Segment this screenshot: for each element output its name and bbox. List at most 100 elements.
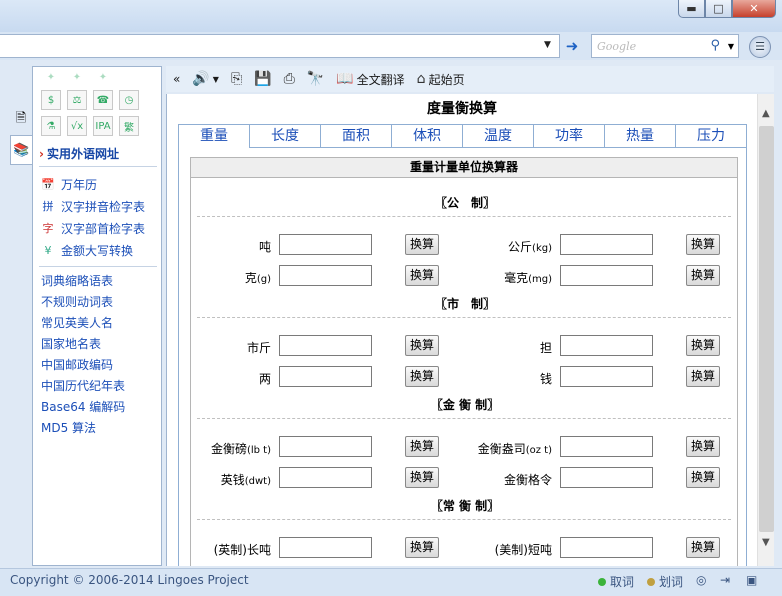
unit-value-input[interactable]: [560, 537, 653, 558]
sidebar-item-label: 汉字部首检字表: [61, 221, 146, 236]
unit-name: 金衡磅: [210, 442, 247, 456]
scale-icon[interactable]: ⚖: [67, 90, 87, 110]
menu-icon[interactable]: ☰: [749, 36, 771, 58]
sidebar-item-calendar[interactable]: 📅 万年历: [33, 173, 161, 195]
traditional-chinese-icon[interactable]: 繁: [119, 116, 139, 136]
minimize-button[interactable]: ▬: [678, 0, 705, 18]
convert-button[interactable]: 换算: [686, 234, 720, 255]
sidebar-link[interactable]: 词典缩略语表: [33, 271, 161, 292]
divider: [197, 317, 731, 318]
toolbar: « 🔊 ▼ ⎘ 💾 ⎙ 🔭 📖 全文翻译 ⌂ 起始页: [166, 66, 774, 92]
scroll-thumb[interactable]: [759, 126, 774, 532]
phone-icon[interactable]: ☎: [93, 90, 113, 110]
address-input[interactable]: [0, 34, 560, 58]
pick-word-toggle[interactable]: 取词: [598, 573, 634, 590]
sidebar-item-radical[interactable]: 字汉字部首检字表: [33, 217, 161, 239]
section-title[interactable]: › 实用外语网址: [39, 145, 157, 167]
collapse-button[interactable]: «: [170, 72, 183, 86]
convert-button[interactable]: 换算: [405, 436, 439, 457]
section-title-label: 实用外语网址: [46, 147, 119, 161]
speaker-icon[interactable]: 🔊 ▼: [189, 71, 222, 87]
unit-value-input[interactable]: [560, 234, 653, 255]
sidebar-item-money[interactable]: ¥ 金额大写转换: [33, 239, 161, 261]
calculator-title: 重量计量单位换算器: [191, 158, 737, 178]
tab-pressure[interactable]: 压力: [676, 125, 746, 148]
tab-panel: 重量计量单位换算器 〖公 制〗吨换算 公斤(kg) 换算 克(g) 换算 毫克(mg) 换算…: [178, 148, 747, 566]
search-page-tab-icon[interactable]: 🗎: [10, 105, 32, 135]
address-dropdown-icon[interactable]: ▼: [544, 40, 551, 50]
sidebar-link[interactable]: 常见英美人名: [33, 313, 161, 334]
tool-icon[interactable]: ✦: [41, 67, 61, 87]
save-icon[interactable]: 💾: [251, 71, 274, 87]
tab-heat[interactable]: 热量: [605, 125, 676, 148]
unit-value-input[interactable]: [279, 436, 372, 457]
arrow-right-icon[interactable]: ➜: [563, 37, 581, 55]
translate-button[interactable]: 📖 全文翻译: [333, 71, 407, 88]
print-icon[interactable]: ⎙: [281, 71, 298, 87]
unit-value-input[interactable]: [560, 436, 653, 457]
convert-button[interactable]: 换算: [405, 537, 439, 558]
tab-length[interactable]: 长度: [250, 125, 321, 148]
pin-icon[interactable]: ⇥: [720, 573, 730, 587]
convert-button[interactable]: 换算: [686, 436, 720, 457]
window-mode-icon[interactable]: ▣: [746, 573, 757, 587]
maximize-button[interactable]: □: [705, 0, 732, 18]
sidebar: ✦ ✦ ✦ $ ⚖ ☎ ◷ ⚗ √x IPA 繁 › 实用外语网址 📅 万年历 拼汉…: [32, 66, 162, 566]
close-button[interactable]: ✕: [732, 0, 776, 18]
unit-value-input[interactable]: [279, 537, 372, 558]
sidebar-item-pinyin[interactable]: 拼汉字拼音检字表: [33, 195, 161, 217]
options-icon[interactable]: ◎: [696, 573, 706, 587]
flask-icon[interactable]: ⚗: [41, 116, 61, 136]
ipa-icon[interactable]: IPA: [93, 116, 113, 136]
sidebar-link[interactable]: MD5 算法: [33, 418, 161, 439]
tool-icon[interactable]: ✦: [93, 67, 113, 87]
math-icon[interactable]: √x: [67, 116, 87, 136]
unit-name: 公斤: [508, 240, 533, 254]
tool-icon-row: ⚗ √x IPA 繁: [33, 113, 161, 139]
page-title: 度量衡换算: [427, 101, 497, 117]
unit-group: 〖常 衡 制〗 (英制)长吨 换算 (美制)短吨 换算: [191, 481, 737, 566]
unit-label: (美制)短吨: [495, 541, 552, 558]
tab-temperature[interactable]: 温度: [463, 125, 534, 148]
convert-button[interactable]: 换算: [405, 234, 439, 255]
clock-icon[interactable]: ◷: [119, 90, 139, 110]
sidebar-link[interactable]: 不规则动词表: [33, 292, 161, 313]
translate-label: 全文翻译: [356, 72, 405, 87]
scroll-down-icon[interactable]: ▼: [762, 537, 770, 548]
left-tab-strip: 🗎 📚: [10, 105, 32, 165]
group-title: 〖金 衡 制〗: [430, 398, 500, 412]
unit-label: 吨: [259, 238, 271, 255]
home-icon: ⌂: [416, 71, 426, 87]
sidebar-link[interactable]: Base64 编解码: [33, 397, 161, 418]
convert-button[interactable]: 换算: [686, 335, 720, 356]
convert-button[interactable]: 换算: [686, 537, 720, 558]
pick-word-label: 取词: [610, 575, 635, 589]
select-word-toggle[interactable]: 划词: [647, 573, 683, 590]
vertical-scrollbar[interactable]: ▲ ▼: [757, 94, 774, 566]
sidebar-link[interactable]: 中国历代纪年表: [33, 376, 161, 397]
unit-value-input[interactable]: [279, 335, 372, 356]
search-box[interactable]: Google ⚲ ▼: [591, 34, 739, 58]
unit-label: 担: [540, 339, 552, 356]
unit-label: 公斤(kg): [508, 238, 552, 255]
scroll-up-icon[interactable]: ▲: [762, 108, 770, 119]
tool-icon[interactable]: ✦: [67, 67, 87, 87]
unit-value-input[interactable]: [560, 335, 653, 356]
find-icon[interactable]: 🔭: [304, 71, 327, 87]
currency-icon[interactable]: $: [41, 90, 61, 110]
books-tab-icon[interactable]: 📚: [10, 135, 32, 165]
tab-volume[interactable]: 体积: [392, 125, 463, 148]
tab-area[interactable]: 面积: [321, 125, 392, 148]
unit-value-input[interactable]: [279, 234, 372, 255]
copy-icon[interactable]: ⎘: [228, 71, 245, 87]
sidebar-link[interactable]: 国家地名表: [33, 334, 161, 355]
convert-button[interactable]: 换算: [405, 335, 439, 356]
tab-weight[interactable]: 重量: [179, 125, 250, 148]
home-button[interactable]: ⌂ 起始页: [414, 71, 468, 88]
sidebar-link[interactable]: 中国邮政编码: [33, 355, 161, 376]
group-title: 〖公 制〗: [434, 196, 495, 210]
unit-symbol: (lb t): [246, 445, 271, 456]
search-icon[interactable]: ⚲: [710, 38, 720, 53]
search-dropdown-icon[interactable]: ▼: [728, 42, 734, 51]
tab-power[interactable]: 功率: [534, 125, 605, 148]
